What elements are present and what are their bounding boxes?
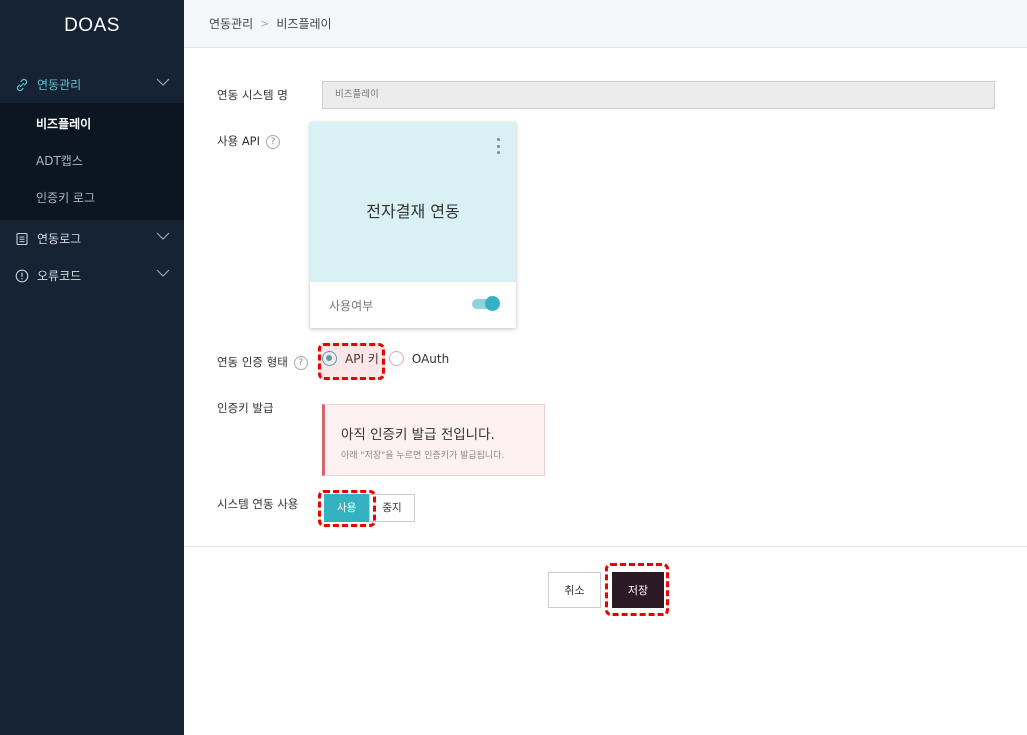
main-content: 연동 시스템 명 비즈플레이 사용 API? 전자결재 연동 사용여부 연동 인… (184, 48, 1027, 735)
breadcrumb: 연동관리 > 비즈플레이 (184, 0, 1027, 48)
chevron-down-icon[interactable] (156, 268, 170, 278)
help-icon[interactable]: ? (293, 355, 308, 370)
more-vertical-icon[interactable] (496, 138, 500, 154)
api-card-title: 전자결재 연동 (366, 202, 460, 221)
sidebar-group-label: 오류코드 (37, 269, 82, 283)
system-usage-toggle-group: 사용 중지 (324, 494, 415, 522)
system-name-field: 비즈플레이 (322, 81, 995, 109)
sidebar-item-bizplay[interactable]: 비즈플레이 (0, 106, 184, 143)
document-icon (14, 231, 30, 247)
notice-subtext: 아래 "저장"을 누르면 인증키가 발급됩니다. (341, 451, 505, 461)
use-button[interactable]: 사용 (324, 494, 370, 522)
help-icon[interactable]: ? (266, 134, 281, 149)
api-card: 전자결재 연동 사용여부 (310, 122, 516, 328)
toggle-knob (485, 296, 500, 311)
divider (184, 546, 1027, 547)
auth-type-label-row: 연동 인증 형태? (217, 354, 308, 370)
usage-toggle[interactable] (472, 296, 500, 311)
cancel-button[interactable]: 취소 (548, 572, 601, 608)
breadcrumb-current: 비즈플레이 (276, 17, 332, 31)
usage-label: 사용여부 (329, 298, 374, 313)
system-name-label: 연동 시스템 명 (217, 88, 288, 102)
notice-title: 아직 인증키 발급 전입니다. (341, 427, 495, 443)
alert-circle-icon (14, 268, 30, 284)
sidebar-group-integration-log[interactable]: 연동로그 (0, 220, 184, 257)
link-icon (14, 77, 30, 93)
radio-oauth[interactable]: OAuth (388, 351, 450, 366)
sidebar-group-error-code[interactable]: 오류코드 (0, 257, 184, 294)
system-usage-label: 시스템 연동 사용 (217, 497, 299, 511)
auth-type-label: 연동 인증 형태 (217, 355, 288, 369)
chevron-down-icon[interactable] (156, 231, 170, 241)
radio-api-key[interactable]: API 키 (322, 350, 379, 367)
auth-key-label: 인증키 발급 (217, 401, 274, 415)
api-label-row: 사용 API? (217, 133, 281, 149)
sidebar-group-label: 연동관리 (37, 78, 82, 92)
api-label: 사용 API (217, 134, 261, 148)
api-card-header: 전자결재 연동 (310, 122, 516, 282)
auth-key-notice: 아직 인증키 발급 전입니다. 아래 "저장"을 누르면 인증키가 발급됩니다. (322, 404, 545, 476)
radio-unchecked-icon[interactable] (388, 351, 404, 366)
save-button[interactable]: 저장 (612, 572, 664, 608)
sidebar-group-integration[interactable]: 연동관리 (0, 66, 184, 103)
radio-label: API 키 (345, 352, 379, 366)
breadcrumb-parent[interactable]: 연동관리 (209, 15, 253, 32)
auth-type-radio-group: API 키 OAuth (322, 350, 459, 367)
sidebar-item-adtcaps[interactable]: ADT캡스 (0, 143, 184, 180)
sidebar-group-label: 연동로그 (37, 232, 82, 246)
app-logo: DOAS (64, 15, 120, 36)
api-card-footer: 사용여부 (310, 282, 516, 328)
sidebar-item-auth-key-log[interactable]: 인증키 로그 (0, 180, 184, 217)
chevron-up-icon[interactable] (156, 77, 170, 87)
sidebar-submenu: 비즈플레이 ADT캡스 인증키 로그 (0, 103, 184, 220)
sidebar-menu: 연동관리 비즈플레이 ADT캡스 인증키 로그 연동로그 오류코드 (0, 66, 184, 294)
breadcrumb-separator: > (260, 17, 270, 30)
radio-label: OAuth (411, 351, 450, 366)
sidebar: DOAS 연동관리 비즈플레이 ADT캡스 인증키 로그 연동로그 오류코드 (0, 0, 184, 735)
stop-button[interactable]: 중지 (369, 494, 415, 522)
radio-checked-icon[interactable] (322, 351, 337, 366)
